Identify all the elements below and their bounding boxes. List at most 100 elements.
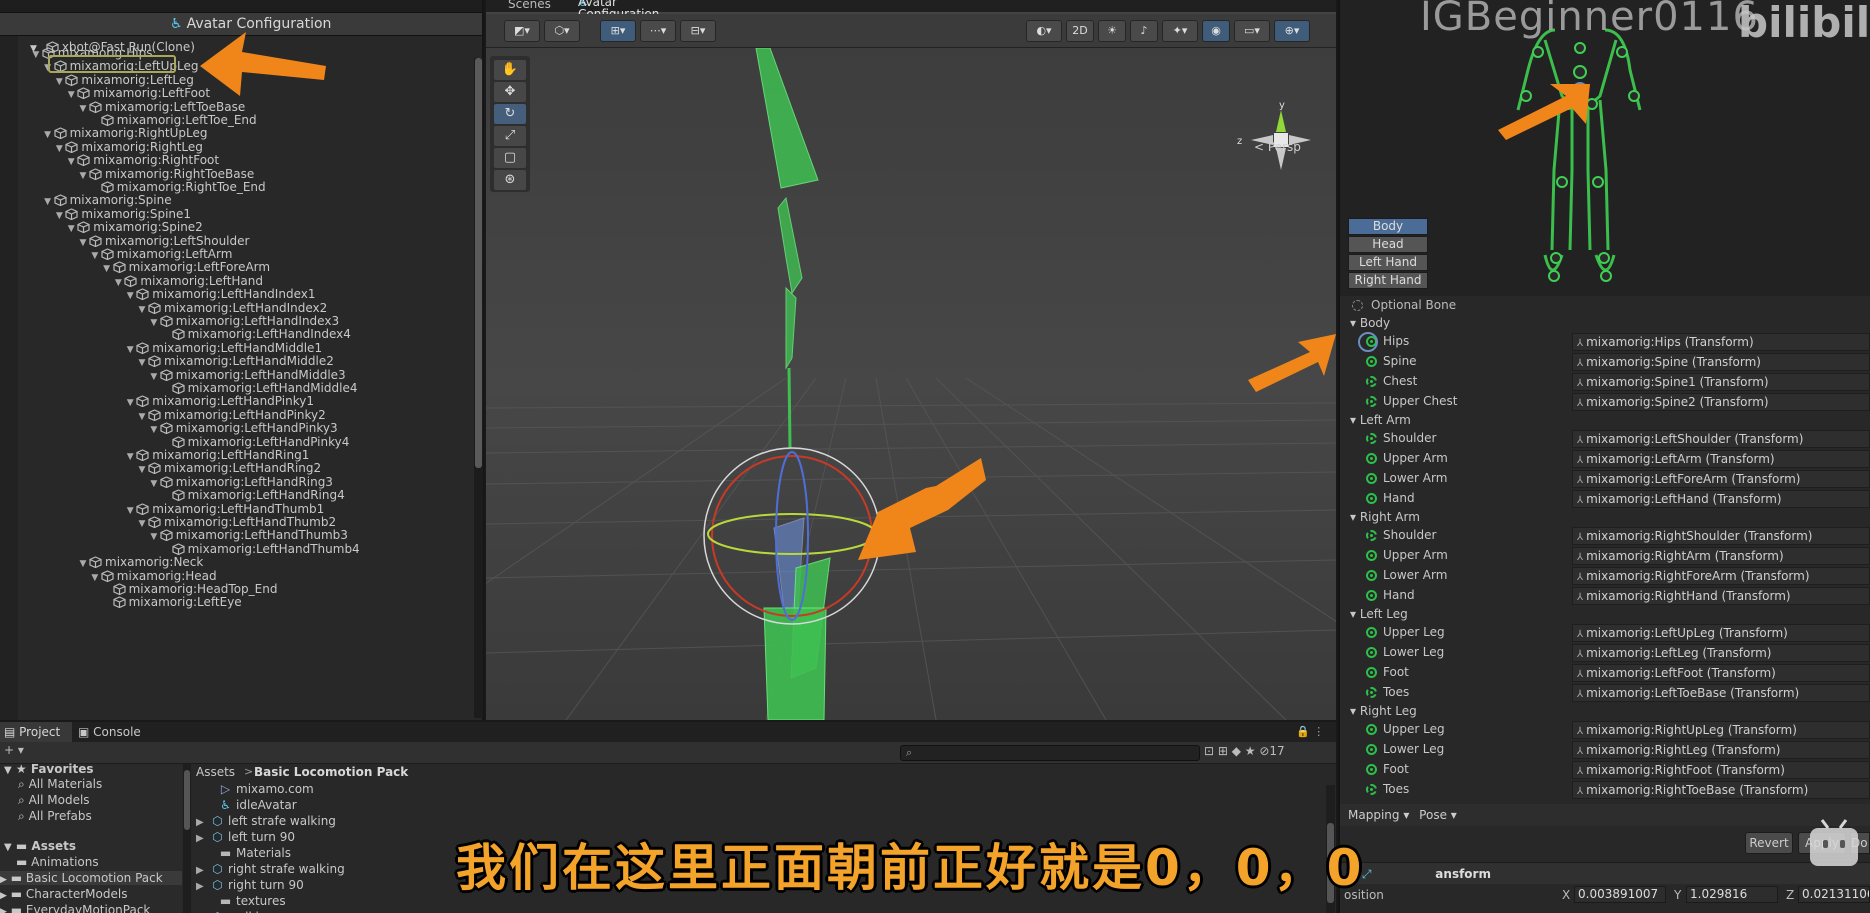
fav-all-prefabs[interactable]: ⌕ All Prefabs (18, 809, 92, 824)
expand-arrow-icon[interactable]: ▼ (53, 141, 65, 157)
expand-arrow-icon[interactable]: ▼ (136, 355, 148, 371)
bone-status-icon[interactable] (1366, 530, 1377, 541)
expand-arrow-icon[interactable]: ▼ (148, 422, 160, 438)
bone-transform-field[interactable]: ⅄ mixamorig:RightForeArm (Transform) (1572, 567, 1870, 585)
bone-transform-field[interactable]: ⅄ mixamorig:Spine (Transform) (1572, 353, 1870, 371)
tab-right-hand[interactable]: Right Hand (1348, 272, 1428, 289)
expand-arrow-icon[interactable]: ▼ (124, 503, 136, 519)
bone-transform-field[interactable]: ⅄ mixamorig:LeftHand (Transform) (1572, 490, 1870, 508)
pos-x-field[interactable]: 0.003891007 (1574, 886, 1666, 903)
bone-row[interactable]: Toes (1366, 780, 1409, 798)
pos-z-field[interactable]: 0.02131106 (1798, 886, 1870, 903)
effects-button[interactable]: ✦▾ (1162, 20, 1198, 42)
bone-status-icon[interactable] (1366, 590, 1377, 601)
bone-section-header[interactable]: ▾ Right Arm (1350, 510, 1420, 524)
bone-row[interactable]: Foot (1366, 663, 1409, 681)
tab-body[interactable]: Body (1348, 218, 1428, 235)
bone-status-icon[interactable] (1366, 724, 1377, 735)
expand-arrow-icon[interactable]: ▼ (65, 87, 77, 103)
folder-basic-locomotion-pack[interactable]: ▶ ▬ Basic Locomotion Pack (0, 871, 182, 885)
asset-item[interactable]: ▶ ⬡ left strafe walking (196, 813, 336, 829)
bone-row[interactable]: Upper Leg (1366, 623, 1445, 641)
bone-status-icon[interactable] (1366, 627, 1377, 638)
hierarchy-scrollbar[interactable] (474, 58, 483, 718)
rotate-tool-icon[interactable]: ↻ (494, 104, 526, 124)
asset-item[interactable]: ▶⬡walking (196, 909, 274, 913)
expand-arrow-icon[interactable]: ▼ (77, 235, 89, 251)
bone-transform-field[interactable]: ⅄ mixamorig:RightHand (Transform) (1572, 587, 1870, 605)
bone-transform-field[interactable]: ⅄ mixamorig:LeftToeBase (Transform) (1572, 684, 1870, 702)
expand-arrow-icon[interactable]: ▼ (112, 275, 124, 291)
bone-transform-field[interactable]: ⅄ mixamorig:RightToeBase (Transform) (1572, 781, 1870, 799)
bone-row[interactable]: Upper Chest (1366, 392, 1457, 410)
expand-arrow-icon[interactable]: ▼ (42, 127, 54, 143)
create-dropdown[interactable]: + ▾ (4, 743, 24, 757)
expand-arrow-icon[interactable]: ▼ (65, 221, 77, 237)
bone-status-icon[interactable] (1366, 784, 1377, 795)
bone-row[interactable]: Shoulder (1366, 429, 1436, 447)
expand-arrow-icon[interactable]: ▼ (148, 369, 160, 385)
folder-character-models[interactable]: ▶ ▬ CharacterModels (0, 887, 127, 901)
bone-section-header[interactable]: ▾ Right Leg (1350, 704, 1417, 718)
bone-status-icon[interactable] (1366, 667, 1377, 678)
snap-button[interactable]: ⊞▾ (600, 20, 636, 42)
bone-transform-field[interactable]: ⅄ mixamorig:RightArm (Transform) (1572, 547, 1870, 565)
bone-status-icon[interactable] (1366, 473, 1377, 484)
breadcrumb-root[interactable]: Assets (196, 764, 235, 780)
bone-row[interactable]: Lower Arm (1366, 469, 1447, 487)
folder-tree-scrollbar[interactable] (183, 764, 191, 913)
bone-row[interactable]: Hand (1366, 586, 1415, 604)
expand-arrow-icon[interactable]: ▼ (148, 315, 160, 331)
expand-arrow-icon[interactable]: ▼ (30, 47, 42, 63)
fav-all-materials[interactable]: ⌕ All Materials (18, 777, 102, 792)
bone-transform-field[interactable]: ⅄ mixamorig:LeftArm (Transform) (1572, 450, 1870, 468)
lighting-button[interactable]: ☀ (1098, 20, 1126, 42)
expand-arrow-icon[interactable]: ▼ (148, 529, 160, 545)
align-button[interactable]: ⊟▾ (680, 20, 716, 42)
asset-item[interactable]: ▶ ⬡ right turn 90 (196, 877, 304, 893)
asset-item[interactable]: ▶ ⬡ left turn 90 (196, 829, 295, 845)
bone-transform-field[interactable]: ⅄ mixamorig:RightShoulder (Transform) (1572, 527, 1870, 545)
bone-row[interactable]: Foot (1366, 760, 1409, 778)
bone-status-icon[interactable] (1366, 764, 1377, 775)
asset-item[interactable]: ♿ idleAvatar (196, 797, 297, 813)
rect-tool-icon[interactable]: ▢ (494, 148, 526, 168)
lock-icon[interactable]: 🔒 ⋮ (1296, 722, 1324, 742)
expand-arrow-icon[interactable]: ▼ (53, 74, 65, 90)
bone-status-icon[interactable] (1366, 647, 1377, 658)
tab-project[interactable]: ▤ Project (4, 722, 60, 742)
camera-button[interactable]: ▭▾ (1234, 20, 1270, 42)
tab-console[interactable]: ▣ Console (78, 722, 141, 742)
expand-arrow-icon[interactable]: ▼ (77, 168, 89, 184)
bone-transform-field[interactable]: ⅄ mixamorig:Spine2 (Transform) (1572, 393, 1870, 411)
bone-transform-field[interactable]: ⅄ mixamorig:Spine1 (Transform) (1572, 373, 1870, 391)
expand-arrow-icon[interactable]: ▼ (42, 194, 54, 210)
move-tool-icon[interactable]: ✥ (494, 82, 526, 102)
bone-row[interactable]: Spine (1366, 352, 1417, 370)
hand-tool-icon[interactable]: ✋ (494, 60, 526, 80)
breadcrumb-leaf[interactable]: Basic Locomotion Pack (254, 764, 408, 780)
asset-item[interactable]: ▬ textures (196, 893, 286, 909)
gizmos-button[interactable]: ⊕▾ (1274, 20, 1310, 42)
bone-transform-field[interactable]: ⅄ mixamorig:LeftForeArm (Transform) (1572, 470, 1870, 488)
bone-transform-field[interactable]: ⅄ mixamorig:LeftFoot (Transform) (1572, 664, 1870, 682)
bone-status-icon[interactable] (1366, 550, 1377, 561)
fav-all-models[interactable]: ⌕ All Models (18, 793, 90, 808)
bone-status-icon[interactable] (1366, 356, 1377, 367)
bone-row[interactable]: Hand (1366, 489, 1415, 507)
expand-arrow-icon[interactable]: ▼ (136, 462, 148, 478)
expand-arrow-icon[interactable]: ▼ (89, 248, 101, 264)
asset-item[interactable]: ▬ Materials (196, 845, 291, 861)
bone-transform-field[interactable]: ⅄ mixamorig:LeftUpLeg (Transform) (1572, 624, 1870, 642)
asset-item[interactable]: ▷ mixamo.com (196, 781, 314, 797)
bone-row[interactable]: Lower Arm (1366, 566, 1447, 584)
expand-arrow-icon[interactable]: ▼ (124, 395, 136, 411)
project-toolbar-icons[interactable]: ⊡ ⊞ ◆ ★ ⊘17 (1204, 744, 1285, 758)
bone-status-icon[interactable] (1366, 376, 1377, 387)
expand-arrow-icon[interactable]: ▼ (89, 570, 101, 586)
expand-arrow-icon[interactable]: ▼ (136, 302, 148, 318)
tab-head[interactable]: Head (1348, 236, 1428, 253)
bone-row[interactable]: Upper Leg (1366, 720, 1445, 738)
bone-status-icon[interactable] (1366, 433, 1377, 444)
expand-arrow-icon[interactable]: ▼ (148, 476, 160, 492)
